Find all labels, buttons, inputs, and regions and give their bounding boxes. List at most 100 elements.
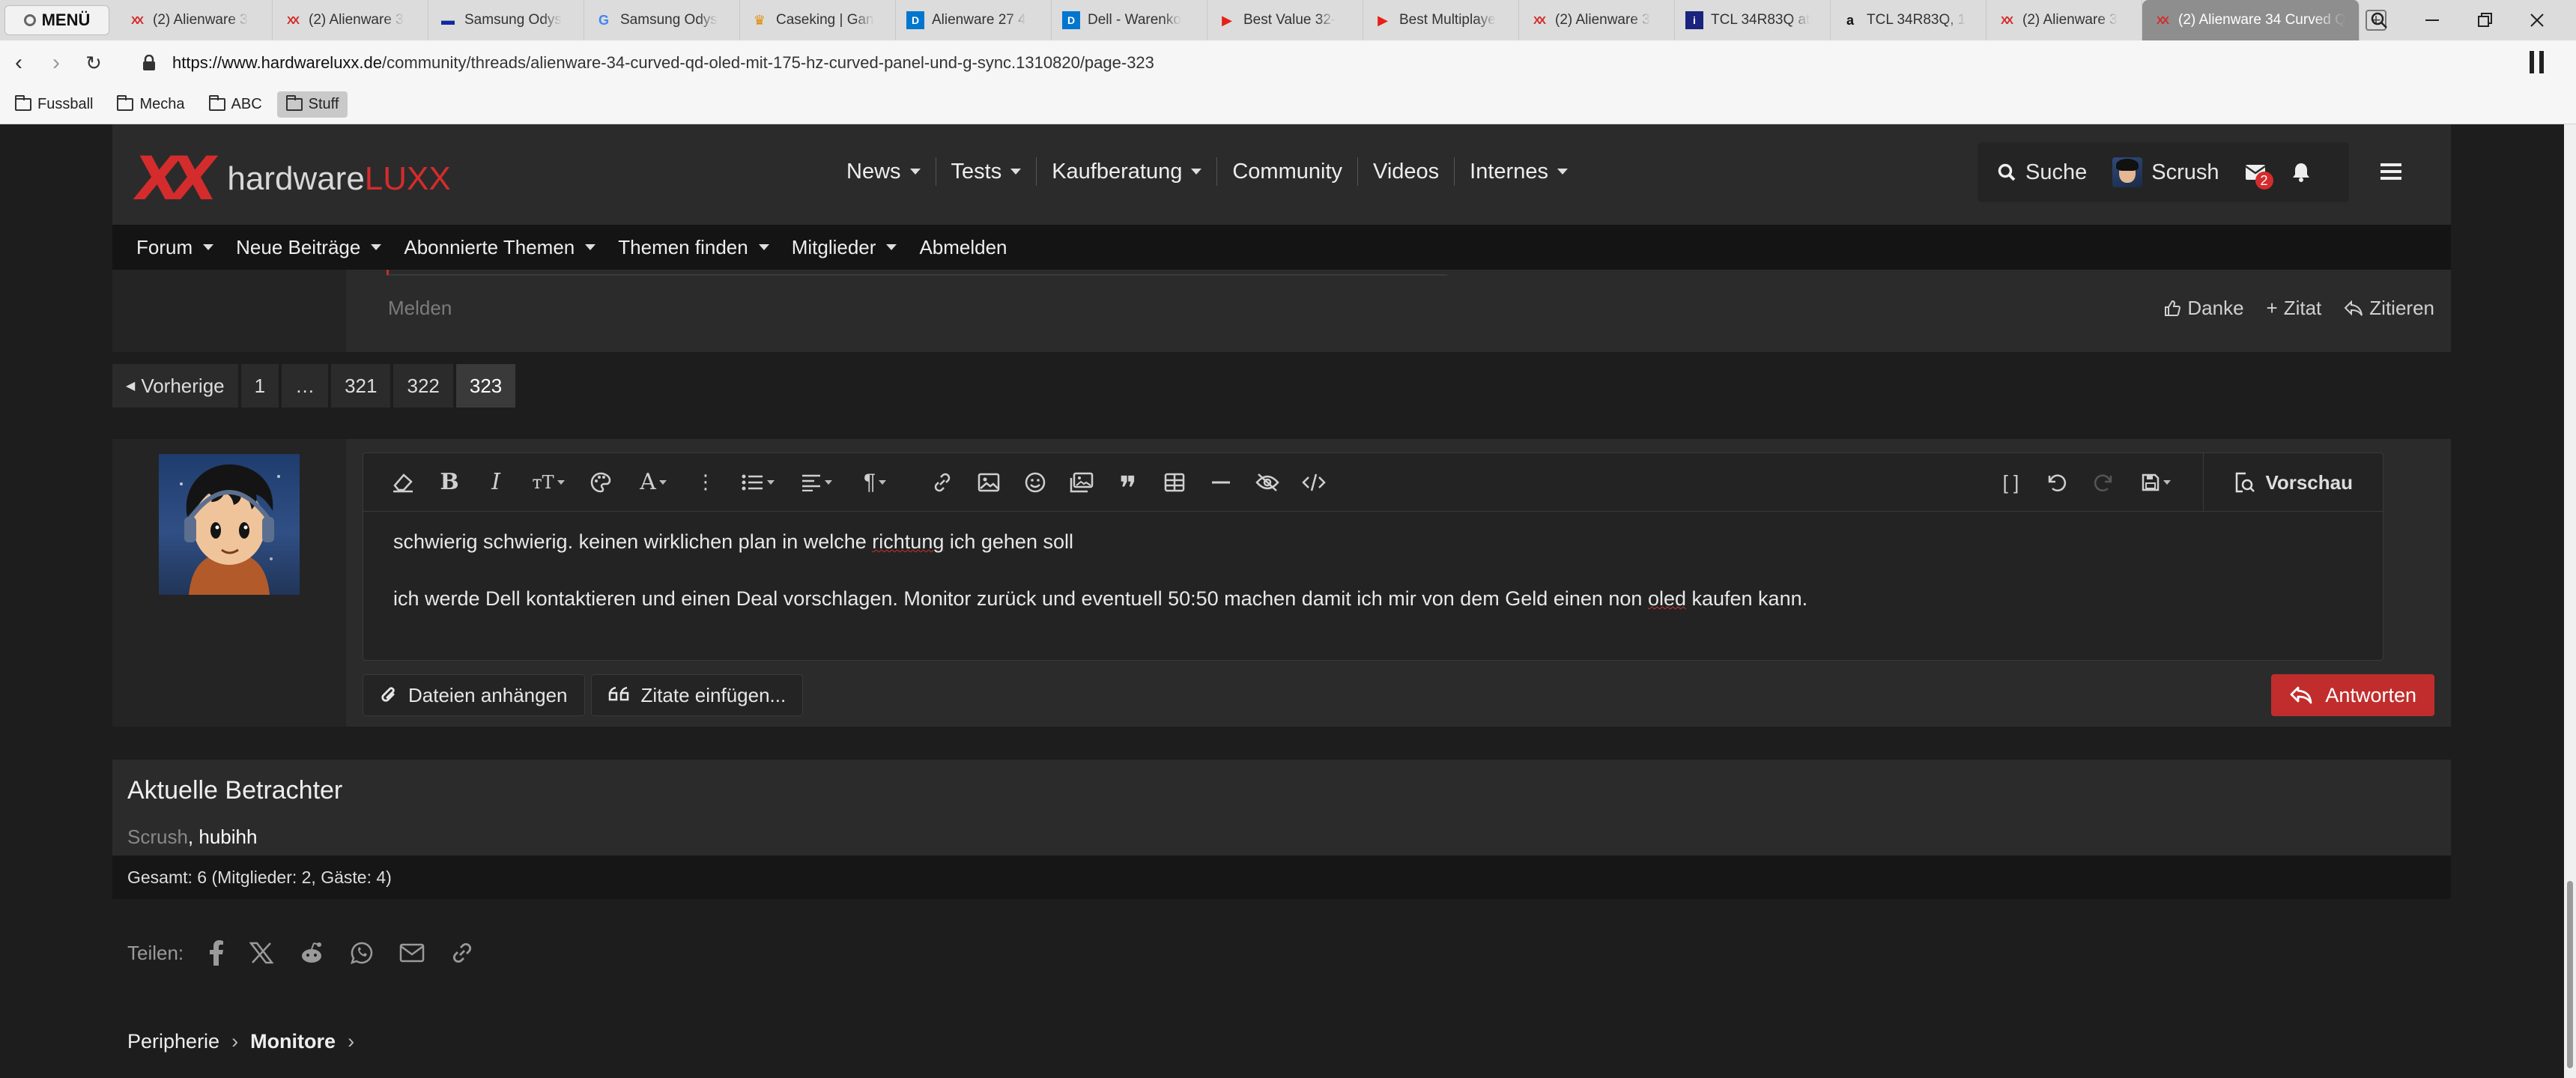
reply-quote-button[interactable]: Zitieren: [2344, 297, 2434, 320]
browser-tab[interactable]: i TCL 34R83Q at: [1675, 0, 1831, 40]
subnav-forum[interactable]: Forum: [136, 236, 214, 259]
text-color-button[interactable]: [578, 466, 624, 499]
font-size-dropdown[interactable]: тT: [519, 466, 578, 499]
alerts-button[interactable]: [2291, 162, 2311, 183]
subnav-find-threads[interactable]: Themen finden: [618, 236, 769, 259]
insert-media-button[interactable]: [1058, 466, 1105, 499]
reload-icon[interactable]: ↻: [75, 52, 112, 75]
folder-icon: [285, 95, 303, 111]
browser-tab[interactable]: ▬ Samsung Odys: [428, 0, 584, 40]
browser-tab[interactable]: XX (2) Alienware 3: [1519, 0, 1675, 40]
email-icon[interactable]: [399, 943, 425, 963]
facebook-icon[interactable]: [209, 940, 224, 966]
scrollbar-thumb[interactable]: [2567, 881, 2573, 1068]
nav-news[interactable]: News: [831, 157, 936, 186]
like-button[interactable]: Danke: [2163, 297, 2244, 320]
nav-videos[interactable]: Videos: [1358, 157, 1455, 186]
insert-table-button[interactable]: [1151, 466, 1198, 499]
insert-hr-button[interactable]: [1198, 466, 1244, 499]
nav-kaufberatung[interactable]: Kaufberatung: [1037, 157, 1218, 186]
page-link[interactable]: 1: [240, 364, 279, 408]
redo-button[interactable]: [2080, 466, 2127, 499]
nav-tests[interactable]: Tests: [936, 157, 1037, 186]
preview-button[interactable]: Vorschau: [2203, 453, 2383, 512]
page-link[interactable]: 322: [393, 364, 453, 408]
inbox-button[interactable]: 2: [2244, 164, 2273, 190]
submit-reply-button[interactable]: Antworten: [2271, 674, 2434, 716]
subnav-new-posts[interactable]: Neue Beiträge: [236, 236, 382, 259]
paragraph-dropdown[interactable]: ¶: [846, 466, 904, 499]
browser-tab[interactable]: ▶ Best Value 32-: [1207, 0, 1363, 40]
subnav-logout[interactable]: Abmelden: [919, 236, 1007, 259]
italic-button[interactable]: I: [473, 466, 519, 499]
breadcrumb-item[interactable]: Monitore: [250, 1030, 336, 1053]
breadcrumb-item[interactable]: Peripherie: [127, 1030, 219, 1053]
quick-reply: B I тT A ⋮ ¶ ❞ [] Vorschau schwierig sc…: [112, 439, 2451, 727]
reddit-icon[interactable]: [299, 942, 324, 964]
browser-tab[interactable]: D Alienware 27 4: [896, 0, 1052, 40]
multi-quote-button[interactable]: + Zitat: [2267, 297, 2322, 320]
viewer-others[interactable]: , hubihh: [188, 826, 258, 848]
more-text-options-button[interactable]: ⋮: [682, 466, 729, 499]
insert-emoji-button[interactable]: [1012, 466, 1058, 499]
bookmark-folder[interactable]: Fussball: [6, 91, 102, 118]
nav-community[interactable]: Community: [1217, 157, 1359, 186]
page-link[interactable]: 321: [331, 364, 391, 408]
insert-image-button[interactable]: [966, 466, 1012, 499]
browser-tab[interactable]: a TCL 34R83Q, 1: [1831, 0, 1986, 40]
menu-icon[interactable]: [2380, 163, 2401, 180]
insert-quote-button[interactable]: ❞: [1105, 466, 1151, 505]
forward-icon[interactable]: ›: [37, 50, 75, 76]
page-current[interactable]: 323: [455, 364, 516, 408]
avatar[interactable]: [159, 454, 300, 595]
insert-code-button[interactable]: [1291, 466, 1337, 499]
pagination-prev[interactable]: ◀ Vorherige: [112, 364, 238, 408]
whatsapp-icon[interactable]: [350, 941, 374, 965]
browser-tab[interactable]: ♛ Caseking | Gan: [740, 0, 896, 40]
minimize-icon[interactable]: [2423, 11, 2441, 29]
account-button[interactable]: Scrush: [2112, 157, 2219, 187]
search-tabs-icon[interactable]: [2369, 10, 2389, 30]
close-icon[interactable]: [2528, 11, 2546, 29]
align-dropdown[interactable]: [787, 466, 846, 499]
page-scrollbar[interactable]: [2564, 124, 2576, 1078]
site-logo[interactable]: XX hardwareLUXX: [130, 144, 450, 214]
browser-tab[interactable]: XX (2) Alienware 3: [117, 0, 273, 40]
attach-files-button[interactable]: Dateien anhängen: [363, 674, 585, 716]
url-field[interactable]: https://www.hardwareluxx.de/community/th…: [142, 53, 1154, 73]
subnav-watched-threads[interactable]: Abonnierte Themen: [404, 236, 596, 259]
bold-button[interactable]: B: [426, 466, 473, 499]
browser-tab[interactable]: XX (2) Alienware 34 Curved Q: [2142, 0, 2360, 40]
viewer-self[interactable]: Scrush: [127, 826, 188, 848]
restore-icon[interactable]: [2476, 11, 2494, 29]
browser-tab[interactable]: XX (2) Alienware 3: [1986, 0, 2142, 40]
insert-quotes-button[interactable]: Zitate einfügen...: [590, 674, 804, 716]
list-dropdown[interactable]: [729, 466, 787, 499]
toggle-bbcode-button[interactable]: [ ]: [1987, 466, 2034, 499]
link-icon[interactable]: [450, 941, 474, 965]
browser-tab[interactable]: ▶ Best Multiplaye: [1363, 0, 1519, 40]
browser-tab[interactable]: XX (2) Alienware 3: [273, 0, 428, 40]
subnav-members[interactable]: Mitglieder: [792, 236, 897, 259]
browser-tab-bar: MENÜ XX (2) Alienware 3 XX (2) Alienware 3 ▬…: [0, 0, 2576, 40]
page-ellipsis[interactable]: …: [282, 364, 329, 408]
search-button[interactable]: Suche: [1997, 160, 2087, 185]
report-link[interactable]: Melden: [388, 297, 452, 320]
insert-spoiler-button[interactable]: [1244, 466, 1291, 499]
browser-menu-button[interactable]: MENÜ: [4, 5, 109, 35]
bookmark-folder[interactable]: Mecha: [108, 91, 193, 118]
nav-internes[interactable]: Internes: [1455, 157, 1583, 186]
x-icon[interactable]: [249, 942, 274, 964]
draft-dropdown[interactable]: [2127, 466, 2185, 499]
browser-tab[interactable]: D Dell - Warenko: [1052, 0, 1207, 40]
clear-format-button[interactable]: [380, 466, 426, 499]
font-family-dropdown[interactable]: A: [624, 466, 682, 499]
sidebar-toggle-icon[interactable]: [2530, 51, 2555, 73]
message-input[interactable]: schwierig schwierig. keinen wirklichen p…: [363, 512, 2383, 658]
bookmark-folder[interactable]: Stuff: [276, 91, 348, 118]
insert-link-button[interactable]: [919, 466, 966, 499]
back-icon[interactable]: ‹: [0, 50, 37, 76]
browser-tab[interactable]: G Samsung Odys: [584, 0, 740, 40]
bookmark-folder[interactable]: ABC: [200, 91, 271, 118]
undo-button[interactable]: [2034, 466, 2080, 499]
